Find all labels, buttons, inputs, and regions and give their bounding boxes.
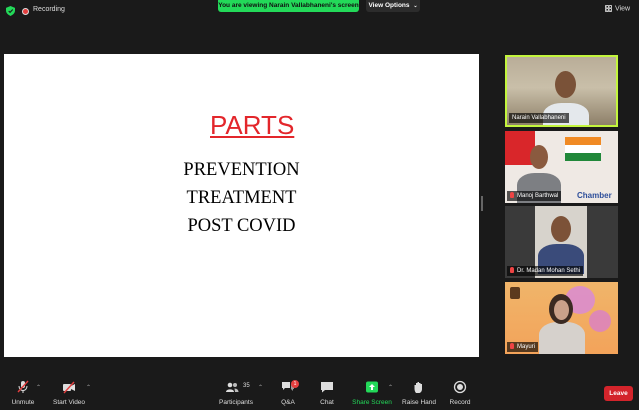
record-button[interactable]: Record [448,376,472,410]
raise-hand-icon [414,382,422,393]
participant-name: Narain Vallabhaneni [509,113,569,123]
participant-name: Dr. Madan Mohan Sethi [507,266,584,276]
participants-icon [226,382,239,392]
share-screen-label: Share Screen [352,399,392,406]
slide-title: PARTS [210,110,295,140]
zoom-meeting-window: Recording You are viewing Narain Vallabh… [0,0,639,410]
share-screen-button[interactable]: Share Screen [352,376,392,410]
shield-icon[interactable] [6,6,15,16]
share-screen-icon [366,381,378,393]
participant-video [551,216,571,242]
video-off-icon [63,381,75,394]
participant-name: Manoj Barthwal [507,191,562,201]
start-video-button[interactable]: Start Video [53,376,85,410]
muted-mic-icon [510,343,514,350]
view-label: View [615,5,631,13]
chevron-up-icon[interactable]: ⌃ [36,384,41,391]
view-options-button[interactable]: View Options ⌄ [366,0,420,12]
video-tile[interactable]: Chamber Manoj Barthwal [505,131,618,203]
meeting-toolbar: Unmute ⌃ Start Video ⌃ 35 Participants ⌃ [0,376,639,410]
participant-name-text: Mayuri [517,344,536,350]
panel-resize-handle[interactable] [481,196,483,211]
background-flag [565,137,601,145]
participants-count: 35 [243,383,250,389]
top-bar: Recording You are viewing Narain Vallabh… [0,0,639,22]
raise-hand-button[interactable]: Raise Hand [402,376,436,410]
participant-video [539,322,585,354]
recording-label: Recording [33,6,65,13]
qa-label: Q&A [281,399,295,406]
muted-mic-icon [510,192,514,199]
record-label: Record [449,399,471,406]
participants-button[interactable]: 35 Participants [218,376,254,410]
muted-mic-icon [17,380,29,393]
video-tile[interactable]: Dr. Madan Mohan Sethi [505,206,618,278]
shared-screen: PARTS PREVENTION TREATMENT POST COVID [4,54,479,357]
participant-name-text: Manoj Barthwal [517,193,559,199]
participant-name: Mayuri [507,342,539,352]
viewing-screen-banner: You are viewing Narain Vallabhaneni's sc… [218,0,359,12]
participant-video [554,300,569,320]
background-flowers [589,310,611,332]
background-flag [565,153,601,161]
raise-hand-label: Raise Hand [402,399,436,406]
recording-icon [22,8,29,15]
unmute-button[interactable]: Unmute [8,376,38,410]
chevron-up-icon[interactable]: ⌃ [86,384,91,391]
chevron-up-icon[interactable]: ⌃ [388,384,393,391]
slide-line: TREATMENT [186,188,297,208]
participant-video [555,71,576,98]
unmute-label: Unmute [11,399,35,406]
chat-icon [321,382,333,393]
muted-mic-icon [510,267,514,274]
view-button[interactable]: View [605,5,630,12]
record-icon [453,380,467,394]
chat-label: Chat [320,399,334,406]
view-options-label: View Options [368,2,410,9]
qa-badge: 1 [291,380,299,388]
leave-button[interactable]: Leave [604,386,633,401]
grid-icon [605,5,612,12]
participants-label: Participants [219,399,253,406]
video-tile[interactable]: Mayuri [505,282,618,354]
participant-name-text: Dr. Madan Mohan Sethi [517,268,581,274]
slide-line: POST COVID [187,216,296,236]
participant-video [530,145,548,169]
video-tile[interactable]: Narain Vallabhaneni [505,55,618,127]
background-flag [565,145,601,153]
chat-button[interactable]: Chat [316,376,338,410]
chevron-up-icon[interactable]: ⌃ [258,384,263,391]
background-text: Chamber [577,191,612,200]
qa-button[interactable]: 1 Q&A [277,376,299,410]
slide-line: PREVENTION [183,160,300,180]
emblem-icon [510,287,520,299]
start-video-label: Start Video [53,399,86,406]
chevron-down-icon: ⌄ [413,3,418,9]
